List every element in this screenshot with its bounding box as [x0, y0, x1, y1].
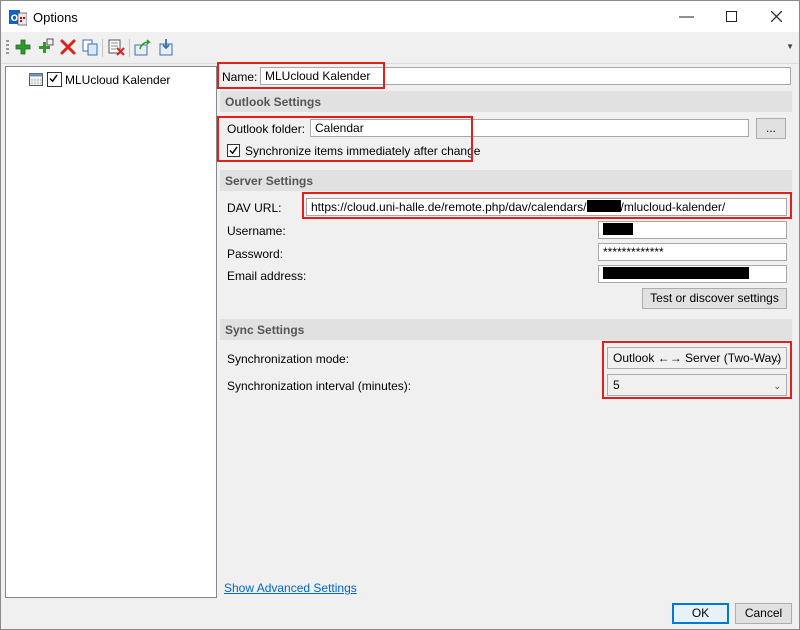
dav-url-suffix: /mlucloud-kalender/ — [620, 200, 726, 214]
import-icon[interactable] — [157, 38, 175, 56]
profile-tree[interactable]: MLUcloud Kalender — [5, 66, 217, 598]
tree-item-label: MLUcloud Kalender — [65, 73, 171, 87]
ok-button[interactable]: OK — [672, 603, 729, 624]
copy-icon[interactable] — [81, 38, 99, 56]
username-label: Username: — [227, 224, 286, 238]
sync-immediately-checkbox[interactable] — [227, 144, 240, 157]
email-label: Email address: — [227, 269, 307, 283]
sync-mode-value: Outlook ←→ Server (Two-Way) — [613, 351, 782, 365]
close-button[interactable] — [754, 1, 799, 32]
redacted-username — [586, 200, 621, 212]
options-window: O Options — ▼ MLUcloud Kalender Name: ML… — [0, 0, 800, 630]
test-settings-button[interactable]: Test or discover settings — [642, 288, 787, 309]
svg-text:O: O — [11, 14, 19, 24]
username-input[interactable] — [598, 221, 787, 239]
sync-interval-value: 5 — [613, 378, 620, 392]
toolbar-grip[interactable] — [6, 40, 9, 56]
redacted-username-value — [603, 223, 633, 235]
sync-interval-select[interactable]: 5 ⌄ — [607, 374, 787, 396]
checkmark-icon — [229, 146, 238, 155]
name-input[interactable]: MLUcloud Kalender — [260, 67, 791, 85]
red-x-icon[interactable] — [59, 38, 77, 56]
toolbar-separator — [129, 39, 130, 57]
tree-item-checkbox[interactable] — [47, 72, 62, 87]
sync-interval-label: Synchronization interval (minutes): — [227, 379, 412, 393]
green-plus-icon[interactable] — [14, 38, 32, 56]
add-multiple-icon[interactable] — [37, 38, 55, 56]
maximize-icon — [726, 11, 737, 22]
minimize-icon: — — [679, 8, 694, 25]
cancel-button[interactable]: Cancel — [735, 603, 792, 624]
sync-immediately-label[interactable]: Synchronize items immediately after chan… — [245, 144, 480, 158]
outlook-settings-header: Outlook Settings — [220, 91, 792, 112]
password-label: Password: — [227, 247, 284, 261]
title-bar[interactable]: O Options — — [1, 1, 799, 32]
export-icon[interactable] — [134, 38, 152, 56]
email-input[interactable] — [598, 265, 787, 283]
dav-url-input[interactable]: https://cloud.uni-halle.de/remote.php/da… — [306, 198, 787, 216]
chevron-down-icon: ⌄ — [773, 381, 781, 391]
toolbar-separator — [102, 39, 103, 57]
browse-folder-button[interactable]: ... — [756, 118, 786, 139]
sync-mode-select[interactable]: Outlook ←→ Server (Two-Way) ⌄ — [607, 347, 787, 369]
minimize-button[interactable]: — — [664, 1, 709, 32]
server-settings-title: Server Settings — [225, 174, 314, 188]
maximize-button[interactable] — [709, 1, 754, 32]
chevron-down-icon: ⌄ — [773, 354, 781, 364]
outlook-folder-label: Outlook folder: — [227, 122, 306, 136]
redacted-email-value — [603, 267, 749, 279]
toolbar: ▼ — [1, 32, 799, 64]
outlook-folder-input[interactable]: Calendar — [310, 119, 749, 137]
close-icon — [770, 10, 783, 23]
window-title: Options — [33, 10, 78, 25]
outlook-settings-title: Outlook Settings — [225, 95, 321, 109]
calendar-icon — [29, 73, 43, 86]
checkmark-icon — [49, 74, 58, 83]
dav-url-label: DAV URL: — [227, 201, 282, 215]
show-advanced-settings-link[interactable]: Show Advanced Settings — [224, 581, 357, 595]
server-settings-header: Server Settings — [220, 170, 792, 191]
sync-settings-header: Sync Settings — [220, 319, 792, 340]
outlook-caldav-icon: O — [9, 10, 27, 26]
name-label: Name: — [222, 70, 258, 84]
dav-url-prefix: https://cloud.uni-halle.de/remote.php/da… — [311, 200, 587, 214]
sync-mode-label: Synchronization mode: — [227, 352, 350, 366]
password-input[interactable]: ************* — [598, 243, 787, 261]
clear-cache-icon[interactable] — [107, 38, 125, 56]
toolbar-overflow-icon[interactable]: ▼ — [786, 42, 794, 51]
sync-settings-title: Sync Settings — [225, 323, 305, 337]
